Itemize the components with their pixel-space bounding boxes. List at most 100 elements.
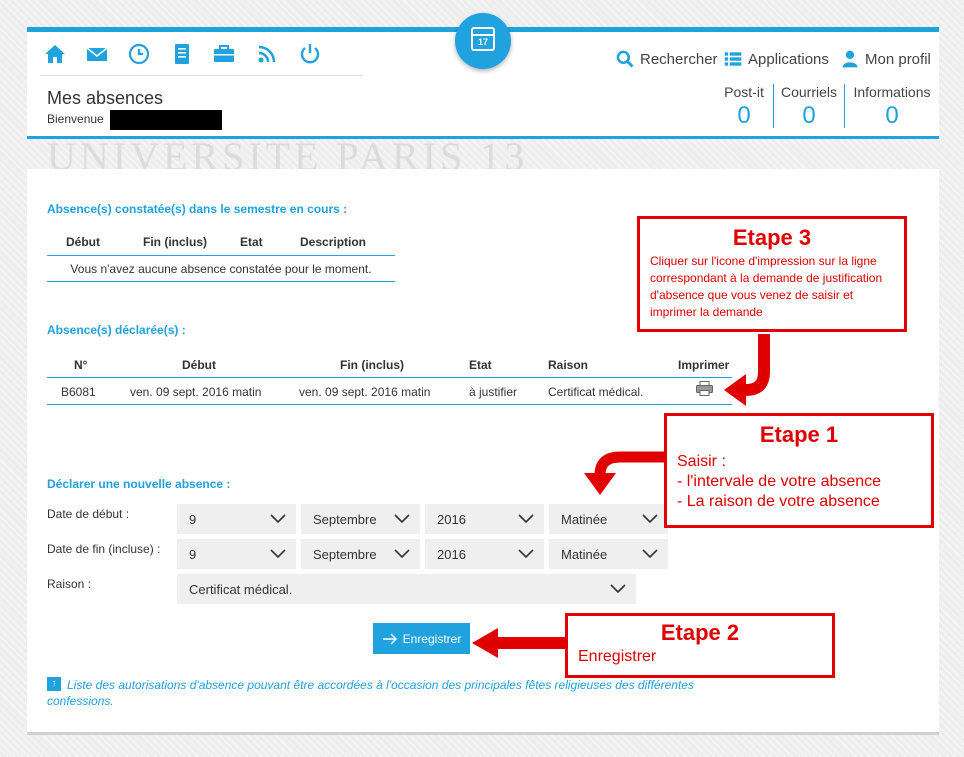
home-icon[interactable] — [43, 42, 67, 66]
column-header: Début — [66, 235, 100, 249]
welcome-text: Bienvenue — [47, 112, 104, 126]
step3-text: Cliquer sur l'icone d'impression sur la … — [650, 254, 883, 319]
table-header-line — [47, 377, 732, 378]
column-header: Etat — [240, 235, 263, 249]
end-period-select[interactable]: Matinée — [549, 539, 668, 569]
calendar-button[interactable]: 17 — [455, 13, 511, 69]
counter-value: 0 — [885, 102, 899, 129]
step1-title: Etape 1 — [759, 422, 839, 447]
reason-select[interactable]: Certificat médical. — [177, 574, 636, 604]
nav-separator — [40, 75, 363, 76]
start-year-select[interactable]: 2016 — [425, 504, 544, 534]
start-day-select[interactable]: 9 — [177, 504, 296, 534]
select-value: 9 — [189, 546, 197, 562]
calendar-day: 17 — [477, 37, 488, 47]
step1-line3: - La raison de votre absence — [677, 493, 880, 510]
step2-callout: Etape 2 Enregistrer — [565, 613, 835, 678]
save-button[interactable]: Enregistrer — [373, 623, 470, 654]
counter-label: Post-it — [724, 84, 764, 100]
mail-icon[interactable] — [85, 42, 109, 66]
counter-value: 0 — [737, 102, 751, 129]
start-period-select[interactable]: Matinée — [549, 504, 668, 534]
select-value: 2016 — [437, 511, 466, 527]
briefcase-icon[interactable] — [212, 42, 236, 66]
religious-holidays-link[interactable]: Liste des autorisations d'absence pouvan… — [47, 677, 747, 709]
step3-arrow — [724, 334, 770, 406]
counter-informations[interactable]: Informations 0 — [850, 84, 934, 130]
chevron-down-icon — [518, 514, 534, 524]
profile-label: Mon profil — [865, 50, 931, 68]
calendar-icon: 17 — [471, 27, 495, 51]
column-header: Fin (inclus) — [143, 235, 207, 249]
counter-postit[interactable]: Post-it 0 — [720, 84, 768, 130]
step3-title: Etape 3 — [732, 225, 812, 250]
column-header: Début — [182, 358, 216, 372]
step2-text: Enregistrer — [578, 648, 657, 665]
chevron-down-icon — [270, 514, 286, 524]
select-value: Septembre — [313, 546, 377, 562]
empty-message: Vous n'avez aucune absence constatée pou… — [70, 262, 372, 276]
search-label: Rechercher — [640, 50, 718, 68]
rss-icon[interactable] — [255, 42, 279, 66]
select-value: Matinée — [561, 511, 608, 527]
step1-line2: - l'intervale de votre absence — [677, 473, 882, 490]
chevron-down-icon — [394, 549, 410, 559]
applications-link[interactable]: Applications — [723, 48, 829, 70]
power-icon[interactable] — [298, 42, 322, 66]
table-bottom-line — [47, 404, 732, 405]
select-value: Certificat médical. — [189, 581, 293, 597]
new-absence-title: Déclarer une nouvelle absence : — [47, 477, 231, 491]
clock-icon[interactable] — [127, 42, 151, 66]
print-icon[interactable] — [696, 381, 713, 396]
list-icon — [724, 52, 742, 66]
step1-arrow — [584, 451, 666, 495]
chevron-down-icon — [642, 514, 658, 524]
select-value: 9 — [189, 511, 197, 527]
step3-callout: Etape 3 Cliquer sur l'icone d'impression… — [637, 216, 907, 332]
counter-courriels[interactable]: Courriels 0 — [778, 84, 840, 130]
watermark-text: UNIVERSITE PARIS 13 — [47, 139, 529, 169]
profile-link[interactable]: Mon profil — [840, 48, 931, 70]
search-icon — [616, 50, 634, 68]
redacted-username — [110, 110, 222, 130]
declared-absences-title: Absence(s) déclarée(s) : — [47, 323, 186, 337]
arrow-right-icon — [382, 632, 397, 645]
user-icon — [842, 50, 858, 68]
applications-label: Applications — [748, 50, 829, 68]
chevron-down-icon — [394, 514, 410, 524]
column-header: Fin (inclus) — [340, 358, 404, 372]
end-year-select[interactable]: 2016 — [425, 539, 544, 569]
step1-callout: Etape 1 Saisir : - l'intervale de votre … — [664, 413, 934, 528]
end-month-select[interactable]: Septembre — [301, 539, 420, 569]
university-watermark: UNIVERSITE PARIS 13 — [27, 139, 939, 169]
counter-value: 0 — [802, 102, 816, 129]
chevron-down-icon — [270, 549, 286, 559]
absence-number: B6081 — [61, 385, 96, 399]
counter-separator — [773, 84, 774, 128]
reason-label: Raison : — [47, 577, 92, 591]
counter-label: Informations — [853, 84, 931, 100]
absence-end: ven. 09 sept. 2016 matin — [299, 385, 431, 399]
step1-line1: Saisir : — [677, 453, 726, 470]
panel-bottom-border — [27, 732, 939, 735]
end-day-select[interactable]: 9 — [177, 539, 296, 569]
step2-title: Etape 2 — [660, 620, 740, 645]
select-value: Septembre — [313, 511, 377, 527]
start-month-select[interactable]: Septembre — [301, 504, 420, 534]
search-link[interactable]: Rechercher — [615, 48, 718, 70]
step2-arrow — [472, 628, 568, 658]
table-header-line — [47, 255, 395, 256]
select-value: Matinée — [561, 546, 608, 562]
notebook-icon[interactable] — [170, 42, 194, 66]
arrow-up-icon: ↑ — [47, 677, 61, 691]
chevron-down-icon — [642, 549, 658, 559]
end-date-label: Date de fin (incluse) : — [47, 542, 161, 556]
select-value: 2016 — [437, 546, 466, 562]
page-title: Mes absences — [47, 88, 164, 108]
column-header: Description — [300, 235, 367, 249]
column-header: Etat — [469, 358, 492, 372]
absence-state: à justifier — [469, 385, 518, 399]
counter-label: Courriels — [780, 84, 837, 100]
chevron-down-icon — [518, 549, 534, 559]
chevron-down-icon — [610, 584, 626, 594]
